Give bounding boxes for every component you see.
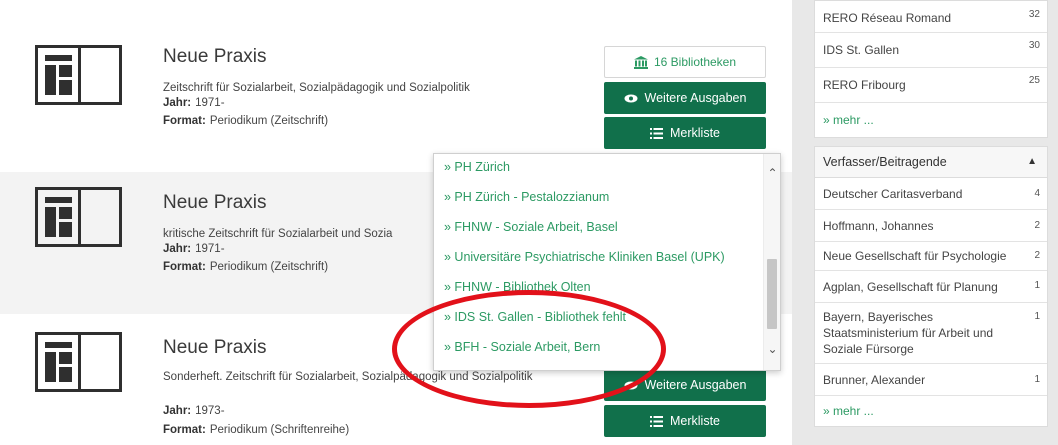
library-link[interactable]: » PH Zürich - Pestalozzianum [434, 182, 764, 212]
facet-item[interactable]: IDS St. Gallen 30 [815, 33, 1047, 68]
dropdown-scrollbar[interactable]: ⌃ ⌄ [763, 154, 780, 370]
result-title[interactable]: Neue Praxis [163, 46, 267, 68]
facet-heading[interactable]: Verfasser/Beitragende ▲ [815, 147, 1047, 178]
periodical-icon[interactable] [35, 45, 122, 105]
annotation-circle [392, 290, 666, 408]
facet-item[interactable]: Deutscher Caritasverband 4 [815, 178, 1047, 210]
collapse-triangle-icon[interactable]: ▲ [1027, 156, 1037, 167]
list-icon [649, 127, 663, 139]
result-year: Jahr: 1971- [163, 97, 225, 109]
network-facet: RERO Réseau Romand 32 IDS St. Gallen 30 RE… [814, 0, 1048, 138]
library-link[interactable]: » FHNW - Soziale Arbeit, Basel [434, 212, 764, 242]
facet-sidebar: RERO Réseau Romand 32 IDS St. Gallen 30 RE… [804, 0, 1058, 445]
library-link[interactable]: » PH Zürich [434, 154, 764, 182]
facet-item[interactable]: Bayern, Bayerisches Staatsministerium fü… [815, 303, 1047, 364]
scrollbar-thumb[interactable] [767, 259, 777, 329]
result-year: Jahr: 1971- [163, 243, 225, 255]
facet-more-link[interactable]: » mehr ... [815, 103, 1047, 137]
facet-item[interactable]: Agplan, Gesellschaft für Planung 1 [815, 271, 1047, 303]
periodical-icon[interactable] [35, 187, 122, 247]
facet-item[interactable]: RERO Réseau Romand 32 [815, 1, 1047, 33]
result-year: Jahr: 1973- [163, 405, 225, 417]
chevron-up-icon[interactable]: ⌃ [764, 166, 780, 180]
result-format: Format: Periodikum (Zeitschrift) [163, 115, 329, 127]
list-icon [649, 415, 663, 427]
eye-icon [624, 94, 638, 102]
facet-more-link[interactable]: » mehr ... [815, 396, 1047, 426]
more-editions-button[interactable]: Weitere Ausgaben [604, 82, 766, 114]
results-list: Neue Praxis Zeitschrift für Sozialarbeit… [0, 0, 792, 445]
result-subtitle: Zeitschrift für Sozialarbeit, Sozialpäda… [163, 82, 470, 94]
bank-icon [633, 55, 648, 69]
result-title[interactable]: Neue Praxis [163, 192, 267, 214]
watchlist-button[interactable]: Merkliste [604, 405, 766, 437]
facet-item[interactable]: Hoffmann, Johannes 2 [815, 210, 1047, 242]
result-item: Neue Praxis Zeitschrift für Sozialarbeit… [0, 10, 792, 160]
result-format: Format: Periodikum (Zeitschrift) [163, 261, 329, 273]
chevron-down-icon[interactable]: ⌄ [764, 342, 780, 356]
facet-item[interactable]: Brunner, Alexander 1 [815, 364, 1047, 396]
result-format: Format: Periodikum (Schriftenreihe) [163, 424, 350, 436]
libraries-button[interactable]: 16 Bibliotheken [604, 46, 766, 78]
authors-facet: Verfasser/Beitragende ▲ Deutscher Caritas… [814, 146, 1048, 427]
periodical-icon[interactable] [35, 332, 122, 392]
library-link[interactable]: » Universitäre Psychiatrische Kliniken B… [434, 242, 764, 272]
facet-item[interactable]: Neue Gesellschaft für Psychologie 2 [815, 242, 1047, 271]
watchlist-button[interactable]: Merkliste [604, 117, 766, 149]
facet-item[interactable]: RERO Fribourg 25 [815, 68, 1047, 103]
result-title[interactable]: Neue Praxis [163, 337, 267, 359]
